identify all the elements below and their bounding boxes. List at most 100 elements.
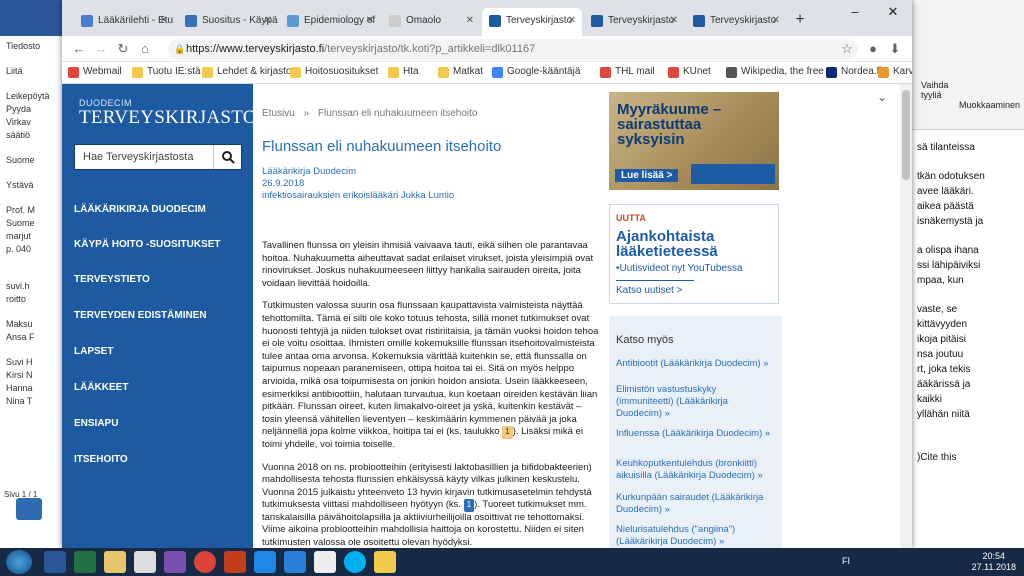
file-taskbar-icon[interactable]	[314, 551, 336, 573]
bookmark-item[interactable]: Matkat	[438, 66, 483, 78]
banner-read-more-button[interactable]: Lue lisää >	[615, 169, 679, 182]
tab-label: Terveyskirjasto	[710, 15, 777, 26]
bookmark-icon	[600, 67, 611, 78]
bookmark-item[interactable]: Tuotu IE:stä	[132, 66, 201, 78]
ribbon-editing-button[interactable]: Muokkaaminen	[959, 100, 1020, 110]
bookmark-item[interactable]: THL mail	[600, 66, 655, 78]
ribbon-style-button[interactable]: Vaihda tyyliä	[921, 80, 961, 100]
paragraph-1: Tavallinen flunssa on yleisin ihmisiä va…	[262, 240, 594, 289]
related-link[interactable]: Elimistön vastustuskyky (immuniteetti) (…	[616, 384, 776, 420]
scrollbar-thumb[interactable]	[902, 90, 910, 180]
download-icon[interactable]: ⬇	[886, 40, 904, 58]
browser-tab[interactable]: Terveyskirjasto ✕	[686, 8, 786, 36]
site-search-input[interactable]: Hae Terveyskirjastosta	[74, 144, 242, 170]
tab-close-icon[interactable]: ✕	[366, 8, 374, 34]
word-line: )Cite this	[917, 452, 957, 463]
browser-tab[interactable]: Terveyskirjasto ✕	[584, 8, 684, 36]
bookmark-label: Hta	[403, 66, 419, 77]
tab-close-icon[interactable]: ✕	[670, 8, 678, 34]
search-button[interactable]	[213, 145, 241, 169]
chrome-taskbar-icon[interactable]	[194, 551, 216, 573]
bookmark-icon	[388, 67, 399, 78]
system-clock[interactable]: 20:54 27.11.2018	[972, 551, 1016, 573]
bookmark-icon	[438, 67, 449, 78]
chevron-up-icon[interactable]: ⌄	[877, 90, 887, 104]
bookmark-icon	[726, 67, 737, 78]
bookmark-item[interactable]: Hoitosuositukset	[290, 66, 378, 78]
sidebar-nav-item[interactable]: LÄÄKÄRIKIRJA DUODECIM	[74, 204, 206, 215]
start-button[interactable]	[6, 550, 32, 574]
language-indicator[interactable]: FI	[842, 556, 850, 566]
word-line: isnäkemystä ja	[917, 216, 984, 227]
browser-tab[interactable]: Omaolo ✕	[382, 8, 480, 36]
bookmark-icon	[826, 67, 837, 78]
bookmark-item[interactable]: KUnet	[668, 66, 711, 78]
sidebar-nav-item[interactable]: ITSEHOITO	[74, 454, 128, 465]
profile-icon[interactable]: ●	[864, 40, 882, 58]
sidebar-nav-item[interactable]: LÄÄKKEET	[74, 382, 128, 393]
breadcrumb-home[interactable]: Etusivu	[262, 108, 295, 119]
browser-tab[interactable]: Terveyskirjasto ✕	[482, 8, 582, 36]
new-tab-button[interactable]: +	[790, 10, 810, 30]
bookmark-item[interactable]: Webmail	[68, 66, 122, 78]
related-link[interactable]: Nielurisatulehdus ("angiina") (Lääkäriki…	[616, 524, 776, 548]
calculator-taskbar-icon[interactable]	[134, 551, 156, 573]
tab-close-icon[interactable]: ✕	[466, 8, 474, 34]
explorer-taskbar-icon[interactable]	[104, 551, 126, 573]
brand-terveyskirjasto[interactable]: TERVEYSKIRJASTO	[79, 107, 257, 129]
powerpoint-taskbar-icon[interactable]	[224, 551, 246, 573]
table-reference-tag[interactable]: 1	[502, 426, 513, 439]
tab-label: Terveyskirjasto	[506, 15, 573, 26]
tab-label: Epidemiology of	[304, 15, 376, 26]
folder-taskbar-icon[interactable]	[374, 551, 396, 573]
browser-tab[interactable]: Lääkärilehti - Etu ✕	[74, 8, 174, 36]
sidebar-nav-item[interactable]: KÄYPÄ HOITO -SUOSITUKSET	[74, 239, 221, 250]
bookmark-star-icon[interactable]: ☆	[838, 40, 856, 58]
home-icon[interactable]: ⌂	[136, 40, 154, 58]
news-banner[interactable]: UUTTA Ajankohtaista lääketieteessä •Uuti…	[609, 204, 779, 304]
bookmark-item[interactable]: Google-kääntäjä	[492, 66, 580, 78]
app2-taskbar-icon[interactable]	[254, 551, 276, 573]
myyrakuume-banner[interactable]: Myyräkuume – sairastuttaa syksyisin Lue …	[609, 92, 779, 190]
related-link[interactable]: Kurkunpään sairaudet (Lääkärikirja Duode…	[616, 492, 776, 516]
browser-tab[interactable]: Suositus - Käypä ✕	[178, 8, 278, 36]
tab-close-icon[interactable]: ✕	[568, 8, 576, 34]
evidence-reference-tag[interactable]: 1	[463, 499, 475, 512]
skype-taskbar-icon[interactable]	[344, 551, 366, 573]
sidebar-nav-item[interactable]: TERVEYDEN EDISTÄMINEN	[74, 310, 207, 321]
word-line: Ansa F	[6, 332, 35, 342]
word-taskbar-icon[interactable]	[44, 551, 66, 573]
bookmark-item[interactable]: Wikipedia, the free e	[726, 66, 832, 78]
tab-close-icon[interactable]: ✕	[772, 8, 780, 34]
app-taskbar-icon[interactable]	[164, 551, 186, 573]
reload-icon[interactable]: ↻	[114, 40, 132, 58]
browser-tab[interactable]: Epidemiology of ✕	[280, 8, 380, 36]
article-source[interactable]: Lääkärikirja Duodecim	[262, 166, 454, 178]
related-link[interactable]: Keuhkoputkentulehdus (bronkiitti) aikuis…	[616, 458, 776, 482]
sidebar-nav-item[interactable]: ENSIAPU	[74, 418, 118, 429]
related-links-panel: Katso myös Antibiootit (Lääkärikirja Duo…	[609, 316, 782, 548]
sidebar-nav-item[interactable]: TERVEYSTIETO	[74, 274, 150, 285]
word-line: rt, joka tekis	[917, 364, 971, 375]
watch-news-link[interactable]: Katso uutiset >	[616, 285, 682, 296]
related-link[interactable]: Influenssa (Lääkärikirja Duodecim) »	[616, 428, 776, 440]
bookmark-item[interactable]: Nordea.fi	[826, 66, 882, 78]
bookmark-item[interactable]: Karvi työtila	[878, 66, 912, 78]
article-author: infektiosairauksien erikoislääkäri Jukka…	[262, 190, 455, 201]
close-window-button[interactable]: ✕	[874, 0, 912, 26]
bookmark-item[interactable]: Lehdet & kirjastot	[202, 66, 294, 78]
ie-taskbar-icon[interactable]	[284, 551, 306, 573]
page-scrollbar[interactable]	[900, 84, 912, 548]
related-link[interactable]: Antibiootit (Lääkärikirja Duodecim) »	[616, 358, 776, 370]
forward-icon[interactable]: →	[92, 40, 110, 58]
tab-close-icon[interactable]: ✕	[160, 8, 168, 34]
skylight-desktop-icon[interactable]: Skylight	[4, 498, 54, 538]
sidebar-nav-item[interactable]: LAPSET	[74, 346, 113, 357]
bookmark-item[interactable]: Hta	[388, 66, 419, 78]
minimize-button[interactable]: –	[836, 0, 874, 26]
excel-taskbar-icon[interactable]	[74, 551, 96, 573]
address-bar[interactable]: 🔒 https://www.terveyskirjasto.fi/terveys…	[168, 39, 858, 60]
tab-close-icon[interactable]: ✕	[264, 8, 272, 34]
back-icon[interactable]: ←	[70, 40, 88, 58]
word-line: roitto	[6, 294, 27, 304]
